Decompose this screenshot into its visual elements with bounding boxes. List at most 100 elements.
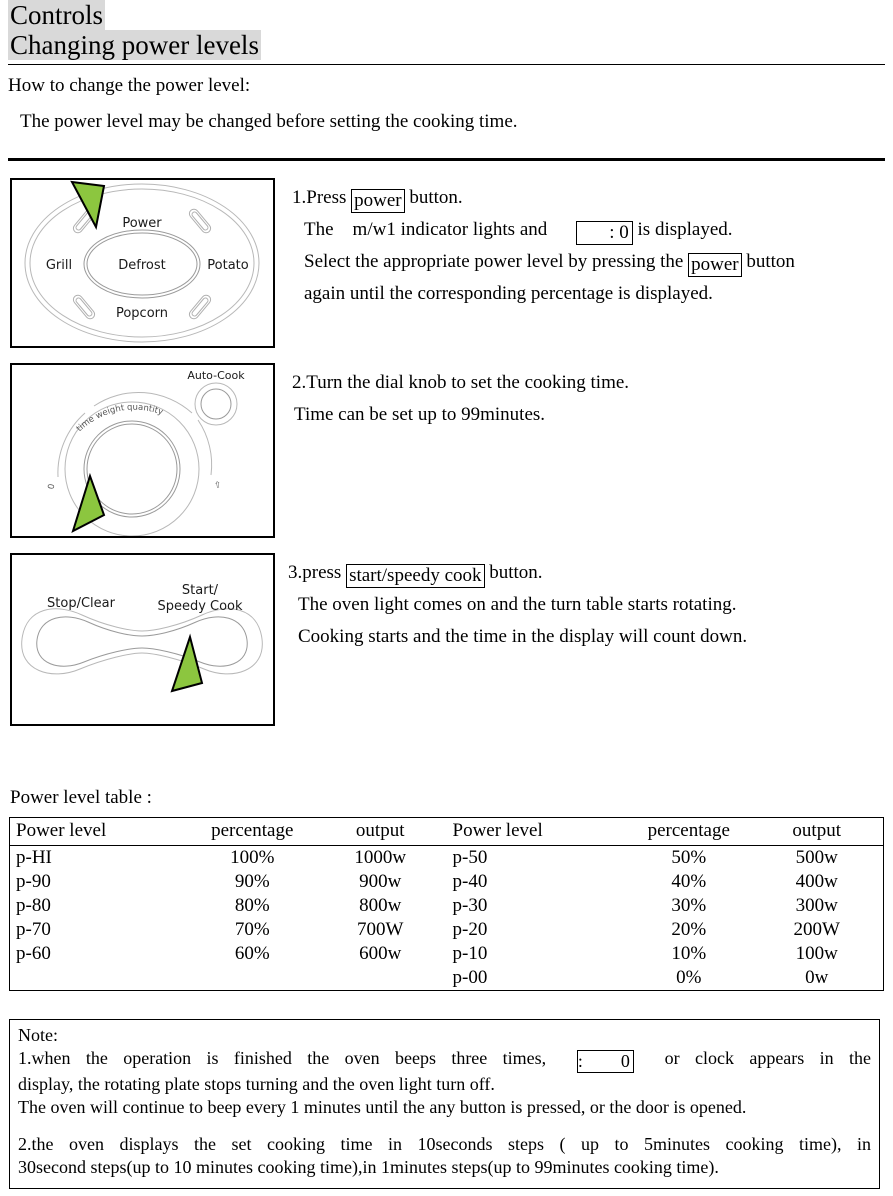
note-item-1-mid: or clock appears in the bbox=[664, 1048, 872, 1068]
cell-percentage: 70% bbox=[234, 919, 270, 940]
cell-level: p-60 bbox=[16, 943, 51, 964]
control-dial-panel: Power Grill Defrost Potato Popcorn bbox=[10, 178, 275, 348]
cell-percentage: 40% bbox=[671, 871, 707, 892]
table-row: p-00 0% 0w bbox=[447, 966, 884, 990]
cell-level: p-HI bbox=[16, 847, 52, 868]
power-table-left-half: Power level percentage output p-HI 100% … bbox=[10, 818, 447, 991]
header-percentage: percentage bbox=[184, 818, 320, 846]
power-table-caption: Power level table : bbox=[10, 787, 152, 808]
label-start-line2: Speedy Cook bbox=[157, 599, 243, 614]
step-3-suffix: button. bbox=[484, 562, 543, 583]
header-power-level: Power level bbox=[446, 818, 622, 846]
step-3-text: 3.press start/speedy cook button. The ov… bbox=[288, 557, 747, 653]
table-row: p-70 70% 700W bbox=[10, 918, 447, 942]
power-table-right-body: p-50 50% 500w p-40 40% 400w p-30 30% 300… bbox=[447, 846, 884, 991]
step-1-line-2: The m/w1 indicator lights and : 0 is dis… bbox=[292, 214, 795, 246]
table-row: p-80 80% 800w bbox=[10, 894, 447, 918]
heading-block: Controls Changing power levels bbox=[8, 0, 885, 60]
cell-percentage: 20% bbox=[671, 919, 707, 940]
step-1-line-4: again until the corresponding percentage… bbox=[304, 283, 713, 304]
step-2-line-2: Time can be set up to 99minutes. bbox=[294, 404, 546, 425]
note-item-1-prefix: 1.when the operation is finished the ove… bbox=[18, 1048, 547, 1068]
step-1-line2-prefix: The m/w1 indicator lights and bbox=[304, 219, 576, 240]
header-output: output bbox=[756, 818, 883, 846]
cell-output: 100w bbox=[795, 943, 838, 964]
cell-percentage: 60% bbox=[234, 943, 270, 964]
table-row: p-30 30% 300w bbox=[447, 894, 884, 918]
step-1-prefix: 1.Press bbox=[292, 187, 352, 208]
step-3-line-3: Cooking starts and the time in the displ… bbox=[298, 626, 748, 647]
table-row: p-60 60% 600w bbox=[10, 942, 447, 966]
cell-percentage: 50% bbox=[671, 847, 707, 868]
step-2-line-1: 2.Turn the dial knob to set the cooking … bbox=[292, 372, 630, 393]
table-spacer-row bbox=[10, 966, 447, 990]
note-item-1-line-1: 1.when the operation is finished the ove… bbox=[18, 1047, 871, 1073]
power-table-left-body: p-HI 100% 1000w p-90 90% 900w p-80 80% 8… bbox=[10, 846, 447, 991]
step-3-line-2: The oven light comes on and the turn tab… bbox=[298, 594, 737, 615]
section-title: Changing power levels bbox=[8, 30, 261, 60]
cell-level: p-70 bbox=[16, 919, 51, 940]
note-box: Note: 1.when the operation is finished t… bbox=[9, 1019, 880, 1189]
cell-output: 600w bbox=[359, 943, 402, 964]
cell-percentage: 80% bbox=[234, 895, 270, 916]
power-table-right-half: Power level percentage output p-50 50% 5… bbox=[446, 818, 884, 991]
table-row: p-90 90% 900w bbox=[10, 870, 447, 894]
cell-level: p-20 bbox=[452, 919, 488, 940]
table-header-row: Power level percentage output bbox=[446, 818, 883, 846]
buttons-panel: Stop/Clear Start/ Speedy Cook bbox=[10, 553, 275, 726]
cell-level: p-10 bbox=[452, 943, 488, 964]
power-level-table: Power level percentage output p-HI 100% … bbox=[9, 817, 884, 991]
table-row: p-50 50% 500w bbox=[447, 846, 884, 871]
divider-intro bbox=[8, 158, 885, 161]
step-1-line-3: Select the appropriate power level by pr… bbox=[292, 246, 795, 278]
cell-level: p-00 bbox=[452, 967, 488, 988]
cell-output: 700W bbox=[356, 919, 404, 940]
knob-panel: time weight quantity 0 ⇦ Auto-Cook bbox=[10, 363, 275, 538]
intro-line-2: The power level may be changed before se… bbox=[20, 111, 518, 132]
table-row: p-10 10% 100w bbox=[447, 942, 884, 966]
label-stop-clear: Stop/Clear bbox=[47, 596, 116, 611]
cell-level: p-30 bbox=[452, 895, 488, 916]
knob-diagram: time weight quantity 0 ⇦ Auto-Cook bbox=[47, 369, 245, 536]
cell-output: 1000w bbox=[354, 847, 407, 868]
label-power: Power bbox=[122, 216, 162, 231]
cell-level: p-90 bbox=[16, 871, 51, 892]
pointer-arrow-icon bbox=[170, 633, 204, 693]
power-table-right: Power level percentage output p-50 50% 5… bbox=[446, 818, 884, 991]
cell-output: 300w bbox=[795, 895, 838, 916]
note-title: Note: bbox=[18, 1025, 58, 1045]
power-button-token[interactable]: power bbox=[351, 189, 405, 213]
arc-label-time-weight-quantity: time weight quantity bbox=[75, 403, 165, 434]
manual-page: Controls Changing power levels How to ch… bbox=[0, 0, 893, 1196]
arc-end-mark-icon: ⇦ bbox=[211, 480, 222, 489]
page-title: Controls bbox=[8, 0, 106, 30]
cell-level: p-80 bbox=[16, 895, 51, 916]
cell-percentage: 90% bbox=[234, 871, 270, 892]
divider-top bbox=[8, 64, 885, 65]
step-3-line-1: 3.press start/speedy cook button. bbox=[288, 557, 747, 589]
header-output: output bbox=[319, 818, 447, 846]
step-1-line-1: 1.Press power button. bbox=[292, 182, 795, 214]
start-speedy-cook-button-token[interactable]: start/speedy cook bbox=[346, 564, 485, 588]
pointer-arrow-icon bbox=[71, 472, 106, 533]
label-popcorn: Popcorn bbox=[116, 306, 168, 321]
table-row: p-40 40% 400w bbox=[447, 870, 884, 894]
note-gap bbox=[18, 1119, 871, 1133]
cell-output: 900w bbox=[359, 871, 402, 892]
note-item-1-line-3: The oven will continue to beep every 1 m… bbox=[18, 1097, 747, 1117]
cell-level: p-40 bbox=[452, 871, 488, 892]
cell-level: p-50 bbox=[452, 847, 488, 868]
table-row: p-HI 100% 1000w bbox=[10, 846, 447, 871]
label-defrost: Defrost bbox=[118, 258, 165, 273]
buttons-diagram: Stop/Clear Start/ Speedy Cook bbox=[21, 583, 263, 693]
header-power-level: Power level bbox=[10, 818, 185, 846]
display-readout: : 0 bbox=[575, 221, 633, 245]
auto-cook-inner-ring bbox=[200, 388, 232, 420]
control-dial-diagram: Power Grill Defrost Potato Popcorn bbox=[24, 180, 260, 343]
power-button-token-2[interactable]: power bbox=[688, 253, 742, 277]
label-potato: Potato bbox=[207, 258, 248, 273]
step-1-text: 1.Press power button. The m/w1 indicator… bbox=[292, 182, 795, 310]
note-item-2-line-2: 30second steps(up to 10 minutes cooking … bbox=[18, 1157, 719, 1177]
intro-line-1: How to change the power level: bbox=[8, 75, 251, 96]
note-display-readout: : 0 bbox=[576, 1050, 634, 1073]
